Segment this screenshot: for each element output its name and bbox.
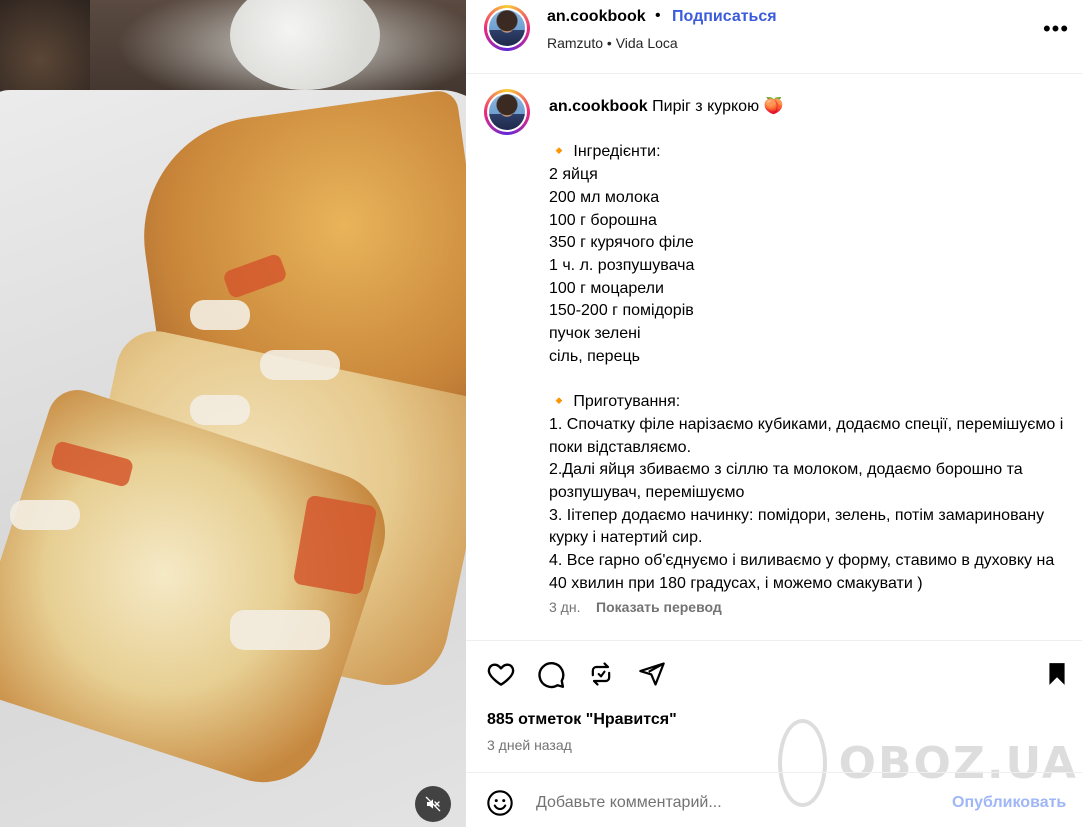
comment-input[interactable] [536, 789, 936, 817]
chicken-piece [260, 350, 340, 380]
avatar[interactable] [484, 89, 530, 135]
share-icon [639, 662, 665, 686]
heart-icon [487, 663, 515, 686]
chicken-piece [190, 300, 250, 330]
likes-count[interactable]: 885 отметок "Нравится" [487, 711, 677, 729]
action-bar [466, 655, 1082, 695]
save-button[interactable] [1040, 657, 1074, 691]
comment-icon [538, 662, 565, 689]
more-options-icon: ••• [1042, 16, 1070, 41]
speaker-muted-icon [425, 796, 441, 812]
emoji-button[interactable] [484, 787, 516, 819]
bowl [230, 0, 380, 90]
audio-track-link[interactable]: Ramzuto • Vida Loca [547, 35, 678, 51]
chicken-piece [230, 610, 330, 650]
chicken-piece [190, 395, 250, 425]
post-panel: an.cookbook • Подписаться Ramzuto • Vida… [466, 0, 1082, 827]
avatar[interactable] [484, 5, 530, 51]
caption-body: Пиріг з куркою 🍑 🔸 Інгредієнти: 2 яйця 2… [549, 98, 1064, 592]
post-comment-button[interactable]: Опубликовать [952, 794, 1066, 812]
smiley-icon [487, 790, 513, 816]
post-media [0, 0, 466, 827]
post-timestamp[interactable]: 3 дней назад [487, 737, 572, 753]
divider [466, 640, 1082, 641]
caption-age: 3 дн. [549, 599, 581, 615]
repost-button[interactable] [584, 657, 618, 691]
follow-button[interactable]: Подписаться [672, 8, 777, 26]
separator-dot: • [655, 7, 661, 24]
caption-username-link[interactable]: an.cookbook [549, 98, 648, 115]
more-options-button[interactable]: ••• [1042, 18, 1070, 40]
share-button[interactable] [635, 657, 669, 691]
mute-button[interactable] [415, 786, 451, 822]
post-header: an.cookbook • Подписаться Ramzuto • Vida… [466, 0, 1082, 74]
caption-text: an.cookbook Пиріг з куркою 🍑 🔸 Інгредієн… [549, 96, 1069, 595]
chicken-piece [10, 500, 80, 530]
bookmark-icon [1049, 663, 1065, 685]
show-translation-button[interactable]: Показать перевод [596, 599, 722, 615]
like-button[interactable] [484, 657, 518, 691]
username-link[interactable]: an.cookbook [547, 8, 646, 26]
comment-row: Опубликовать [466, 773, 1082, 827]
caption-section: an.cookbook Пиріг з куркою 🍑 🔸 Інгредієн… [466, 75, 1082, 641]
comment-button[interactable] [534, 657, 568, 691]
repost-icon [591, 662, 611, 686]
